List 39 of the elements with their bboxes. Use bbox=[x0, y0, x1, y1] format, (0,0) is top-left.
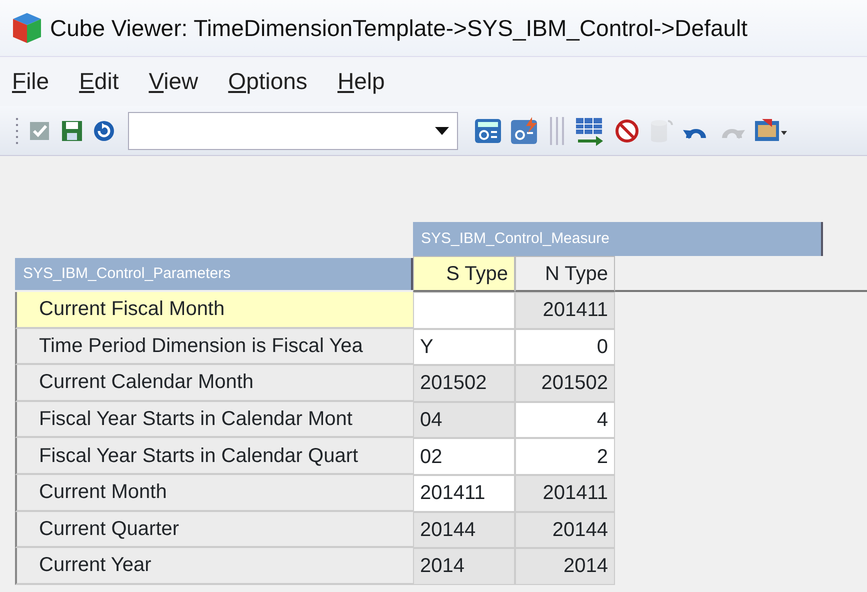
grid-cell[interactable] bbox=[413, 292, 515, 329]
menu-item[interactable]: Help bbox=[337, 64, 385, 99]
grid-cell[interactable]: 0 bbox=[515, 328, 615, 366]
grid-cell[interactable]: 201411 bbox=[515, 474, 615, 512]
row-header[interactable]: Current Year bbox=[15, 548, 413, 585]
row-header[interactable]: Current Fiscal Month bbox=[15, 292, 413, 329]
row-header[interactable]: Fiscal Year Starts in Calendar Mont bbox=[15, 402, 413, 438]
grid-cell[interactable]: 20144 bbox=[413, 512, 515, 548]
row-header[interactable]: Current Calendar Month bbox=[15, 365, 413, 402]
grid-cell[interactable]: 201502 bbox=[413, 365, 515, 402]
grid-cell[interactable]: Y bbox=[413, 328, 515, 366]
grid-cell[interactable]: 201411 bbox=[515, 292, 615, 329]
grid-cell[interactable]: 20144 bbox=[515, 512, 615, 548]
column-header[interactable]: N Type bbox=[515, 256, 615, 292]
menu-item[interactable]: Options bbox=[228, 64, 308, 99]
refresh-icon[interactable] bbox=[92, 118, 116, 142]
calculator-spark-icon[interactable] bbox=[510, 116, 540, 144]
grid-cell[interactable]: 201502 bbox=[515, 365, 615, 402]
row-header[interactable]: Fiscal Year Starts in Calendar Quart bbox=[15, 438, 413, 475]
row-header[interactable]: Current Quarter bbox=[15, 512, 413, 548]
menu-item[interactable]: View bbox=[148, 64, 198, 99]
menu-item[interactable]: Edit bbox=[79, 64, 119, 99]
grid-cell[interactable]: 201411 bbox=[413, 474, 515, 512]
grid-cell[interactable]: 2014 bbox=[515, 548, 615, 585]
grid-cell[interactable]: 2 bbox=[515, 438, 615, 475]
calculator-icon[interactable] bbox=[474, 118, 502, 144]
row-header[interactable]: Current Month bbox=[15, 474, 413, 512]
save-icon[interactable] bbox=[60, 118, 84, 142]
cube-icon bbox=[12, 12, 42, 44]
grid-cell[interactable]: 4 bbox=[515, 402, 615, 438]
dropdown-caret-icon bbox=[435, 126, 449, 134]
grid-cell[interactable]: 04 bbox=[413, 402, 515, 438]
window-title: Cube Viewer: TimeDimensionTemplate->SYS_IBM_Control->Default bbox=[50, 14, 748, 43]
column-header[interactable]: S Type bbox=[413, 256, 515, 292]
row-header[interactable]: Time Period Dimension is Fiscal Yea bbox=[15, 328, 413, 366]
grid-cell[interactable]: 02 bbox=[413, 438, 515, 475]
menu-item[interactable]: File bbox=[12, 64, 50, 99]
no-sign-icon[interactable] bbox=[614, 118, 640, 144]
grid-cell[interactable]: 2014 bbox=[413, 548, 515, 585]
